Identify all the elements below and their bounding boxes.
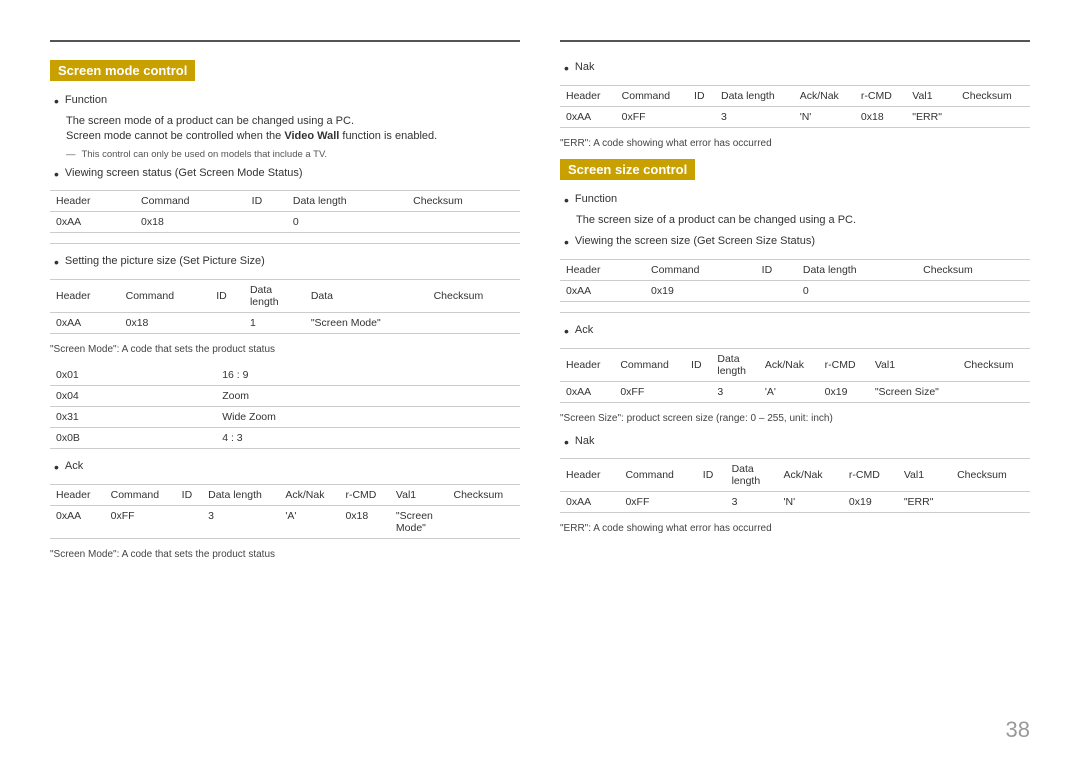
table-row: 0x01 16 : 9 [50, 365, 520, 386]
col-id: ID [246, 191, 287, 212]
col-command: Command [135, 191, 246, 212]
col-checksum: Checksum [428, 280, 520, 313]
table-header-row: Header Command ID Datalength Data Checks… [50, 280, 520, 313]
col-checksum: Checksum [407, 191, 520, 212]
right-viewing-bullet: • Viewing the screen size (Get Screen Si… [564, 234, 1030, 251]
screen-mode-note: "Screen Mode": A code that sets the prod… [50, 344, 520, 355]
right-ack-bullet: • Ack [564, 323, 1030, 340]
table-row: 0xAA 0x18 1 "Screen Mode" [50, 313, 520, 334]
right-viewing-table: Header Command ID Data length Checksum 0… [560, 259, 1030, 302]
right-column: • Nak Header Command ID Data length Ack/… [560, 40, 1030, 570]
top-divider [50, 40, 520, 42]
right-function-desc: The screen size of a product can be chan… [576, 213, 1030, 228]
right-function-bullet: • Function [564, 192, 1030, 209]
function-note: This control can only be used on models … [66, 149, 520, 160]
screen-mode-note2: "Screen Mode": A code that sets the prod… [50, 549, 520, 560]
right-section-title: Screen size control [560, 159, 1030, 192]
table-row: 0xAA 0xFF 3 'A' 0x18 "ScreenMode" [50, 505, 520, 538]
function-bullet: • Function [54, 93, 520, 110]
table-header-row: Header Command ID Data length Ack/Nak r-… [50, 484, 520, 505]
table-row: 0xAA 0x19 0 [560, 280, 1030, 301]
col-header: Header [50, 280, 120, 313]
setting-bullet: • Setting the picture size (Set Picture … [54, 254, 520, 271]
page-content: Screen mode control • Function The scree… [0, 0, 1080, 630]
table-row: 0xAA 0xFF 3 'A' 0x19 "Screen Size" [560, 381, 1030, 402]
table-header-row: Header Command ID Datalength Ack/Nak r-C… [560, 459, 1030, 492]
table-row: 0x04 Zoom [50, 386, 520, 407]
err-note-top: "ERR": A code showing what error has occ… [560, 138, 1030, 149]
table-header-row: Header Command ID Data length Ack/Nak r-… [560, 85, 1030, 106]
setting-table: Header Command ID Datalength Data Checks… [50, 279, 520, 334]
left-column: Screen mode control • Function The scree… [50, 40, 520, 570]
right-nak-table: Header Command ID Datalength Ack/Nak r-C… [560, 458, 1030, 513]
col-id: ID [210, 280, 244, 313]
table-header-row: Header Command ID Data length Checksum [560, 259, 1030, 280]
nak-top-table: Header Command ID Data length Ack/Nak r-… [560, 85, 1030, 128]
err-note-bottom: "ERR": A code showing what error has occ… [560, 523, 1030, 534]
right-ack-table: Header Command ID Datalength Ack/Nak r-C… [560, 348, 1030, 403]
function-desc: The screen mode of a product can be chan… [66, 114, 520, 145]
viewing-bullet: • Viewing screen status (Get Screen Mode… [54, 166, 520, 183]
top-divider-right [560, 40, 1030, 42]
nak-top-table-wrap: Header Command ID Data length Ack/Nak r-… [560, 85, 1030, 128]
left-section-title: Screen mode control [50, 60, 520, 93]
modes-table-wrap: 0x01 16 : 9 0x04 Zoom 0x31 Wide Zoom 0x0… [50, 365, 520, 449]
right-viewing-table-wrap: Header Command ID Data length Checksum 0… [560, 259, 1030, 302]
col-data: Datalength [244, 280, 305, 313]
modes-table: 0x01 16 : 9 0x04 Zoom 0x31 Wide Zoom 0x0… [50, 365, 520, 449]
divider-right [560, 312, 1030, 313]
ack-bullet: • Ack [54, 459, 520, 476]
col-datalength: Data length [287, 191, 407, 212]
divider [50, 243, 520, 244]
col-data2: Data [305, 280, 428, 313]
table-header-row: Header Command ID Datalength Ack/Nak r-C… [560, 348, 1030, 381]
ack-table-wrap: Header Command ID Data length Ack/Nak r-… [50, 484, 520, 539]
viewing-table-wrap: Header Command ID Data length Checksum 0… [50, 190, 520, 233]
setting-table-wrap: Header Command ID Datalength Data Checks… [50, 279, 520, 334]
page-number: 38 [1006, 717, 1030, 743]
right-nak-bullet: • Nak [564, 434, 1030, 451]
screen-size-note: "Screen Size": product screen size (rang… [560, 413, 1030, 424]
table-header-row: Header Command ID Data length Checksum [50, 191, 520, 212]
table-row: 0xAA 0xFF 3 'N' 0x19 "ERR" [560, 492, 1030, 513]
col-command: Command [120, 280, 211, 313]
table-row: 0xAA 0xFF 3 'N' 0x18 "ERR" [560, 106, 1030, 127]
table-row: 0x0B 4 : 3 [50, 428, 520, 449]
table-row: 0x31 Wide Zoom [50, 407, 520, 428]
viewing-table: Header Command ID Data length Checksum 0… [50, 190, 520, 233]
col-header: Header [50, 191, 135, 212]
table-row: 0xAA 0x18 0 [50, 212, 520, 233]
right-nak-table-wrap: Header Command ID Datalength Ack/Nak r-C… [560, 458, 1030, 513]
right-ack-table-wrap: Header Command ID Datalength Ack/Nak r-C… [560, 348, 1030, 403]
nak-top-bullet: • Nak [564, 60, 1030, 77]
ack-table: Header Command ID Data length Ack/Nak r-… [50, 484, 520, 539]
